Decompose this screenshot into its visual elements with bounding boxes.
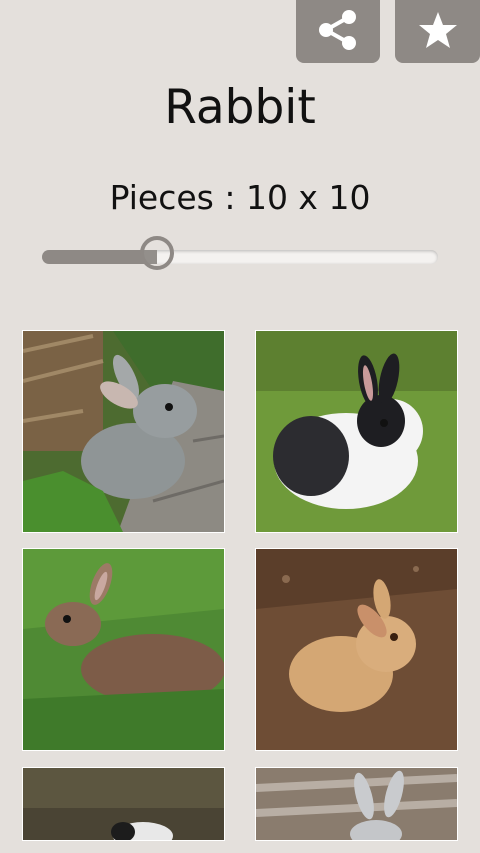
gallery-image-black-white-rabbit[interactable] — [255, 330, 458, 533]
gallery-image-gray-rabbit[interactable] — [22, 330, 225, 533]
gallery-image-partial-left[interactable] — [22, 767, 225, 841]
gallery-image-partial-right[interactable] — [255, 767, 458, 841]
gallery-image-brown-rabbit[interactable] — [22, 548, 225, 751]
gallery-image-tan-rabbit[interactable] — [255, 548, 458, 751]
image-gallery — [0, 0, 480, 853]
